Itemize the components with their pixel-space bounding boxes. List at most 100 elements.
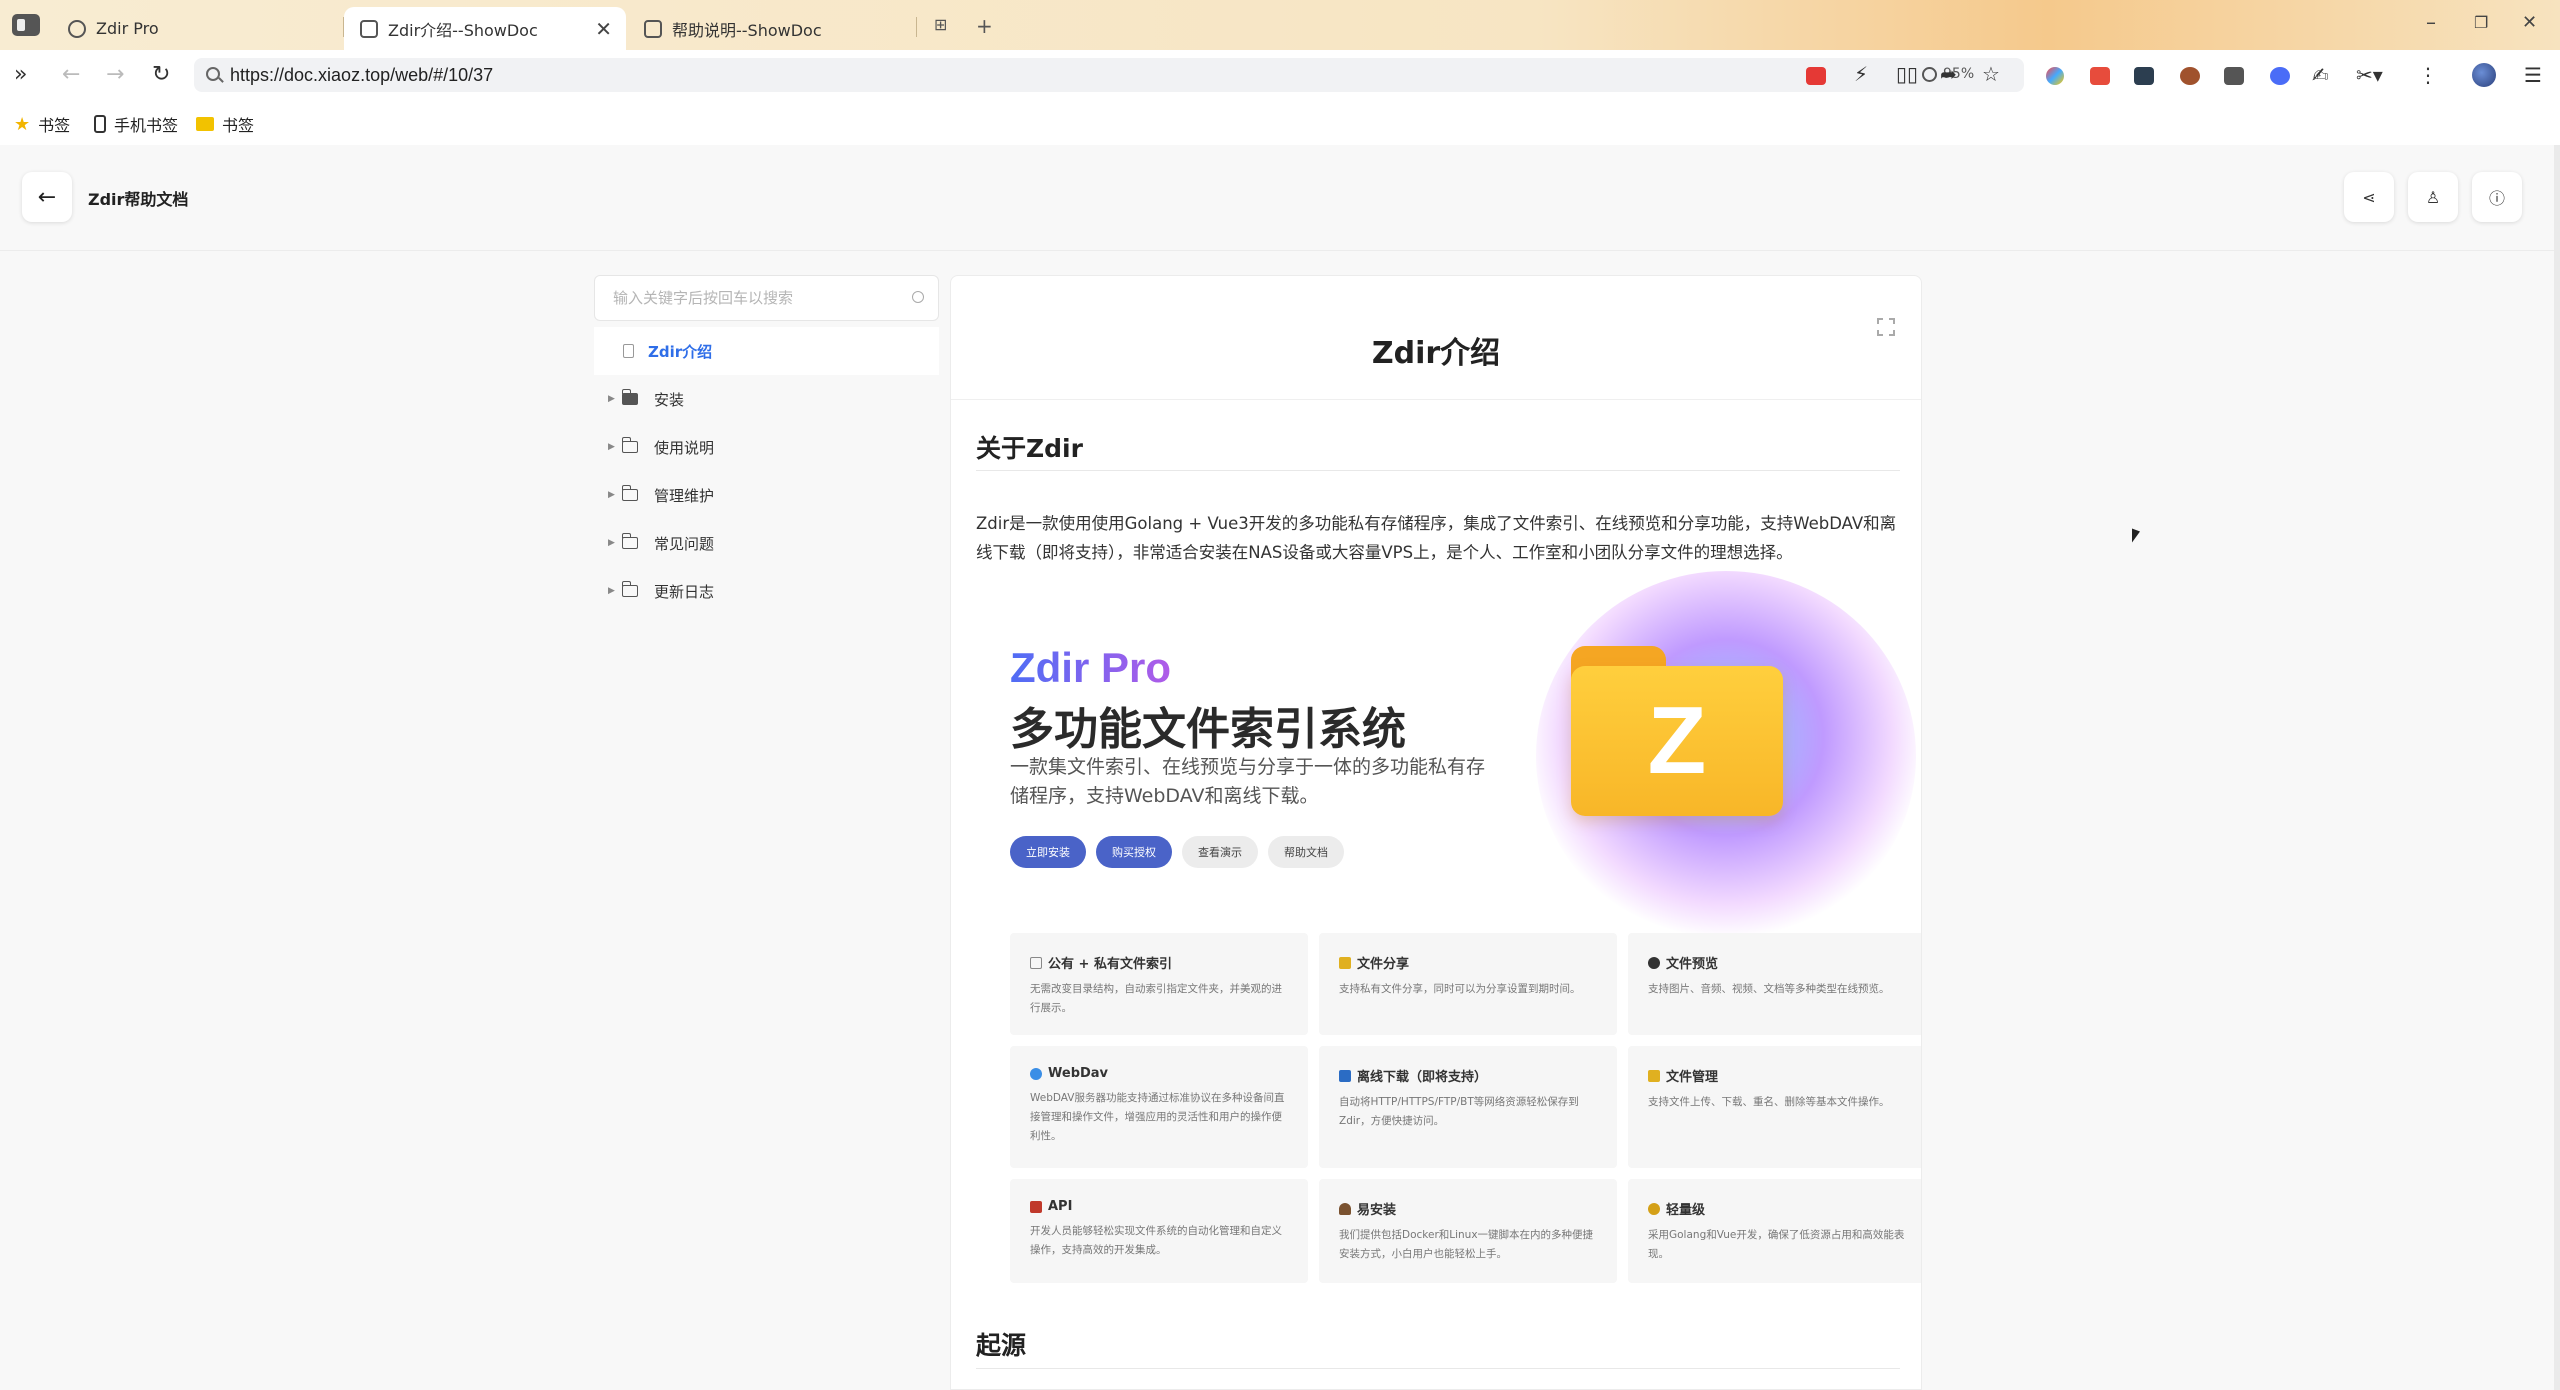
- favorite-star-icon[interactable]: ☆: [1982, 62, 2000, 86]
- feature-title: 易安装: [1357, 1203, 1397, 1218]
- bookmark-label: 书签: [38, 116, 71, 135]
- sidebar-toggle-icon[interactable]: [12, 14, 40, 36]
- info-button[interactable]: ⓘ: [2472, 172, 2522, 222]
- doc-title: Zdir介绍: [1371, 336, 1501, 371]
- lightning-icon[interactable]: ⚡: [1854, 62, 1868, 86]
- feature-card: 轻量级 采用Golang和Vue开发，确保了低资源占用和高效能表现。: [1628, 1179, 1921, 1283]
- extension-sign-icon[interactable]: ✍: [2312, 63, 2329, 87]
- page-viewport: ← Zdir帮助文档 ⋖ ♙ ⓘ Zdir介绍 ▶ 安装 ▶ 使用说明: [0, 145, 2560, 1390]
- close-window-icon[interactable]: ✕: [2522, 12, 2537, 33]
- feature-card: 易安装 我们提供包括Docker和Linux一键脚本在内的多种便捷安装方式，小白…: [1319, 1179, 1617, 1283]
- extension-translate-icon[interactable]: [2134, 67, 2154, 85]
- url-field[interactable]: https://doc.xiaoz.top/web/#/10/37 95% ⚡ …: [194, 58, 2024, 92]
- browser-tab-zdir-pro[interactable]: Zdir Pro: [52, 7, 342, 50]
- folder-icon: [621, 485, 638, 501]
- caret-right-icon[interactable]: ▶: [608, 538, 615, 548]
- tree-item-maintenance[interactable]: ▶ 管理维护: [594, 471, 939, 519]
- person-icon: [1339, 1202, 1351, 1215]
- back-arrow-icon[interactable]: ←: [62, 62, 80, 87]
- feature-card: WebDav WebDAV服务器功能支持通过标准协议在多种设备间直接管理和操作文…: [1010, 1046, 1308, 1168]
- new-tab-icon[interactable]: +: [976, 14, 993, 38]
- bookmark-item[interactable]: 书签: [196, 112, 254, 136]
- share-arrow-icon[interactable]: ➦: [1940, 62, 1957, 86]
- banner-subtitle: 一款集文件索引、在线预览与分享于一体的多功能私有存储程序，支持WebDAV和离线…: [1010, 756, 1486, 807]
- tree-item-install[interactable]: ▶ 安装: [594, 375, 939, 423]
- expand-sidebar-icon[interactable]: »: [14, 62, 27, 87]
- globe-icon: [68, 19, 86, 38]
- profile-avatar[interactable]: [2472, 63, 2496, 87]
- feature-title: 文件预览: [1666, 957, 1719, 972]
- screenshot-scissors-icon[interactable]: ✂▾: [2356, 63, 2383, 87]
- more-menu-icon[interactable]: ⋮: [2418, 63, 2438, 87]
- extension-avatar-icon[interactable]: [2180, 67, 2200, 85]
- feature-desc: 开发人员能够轻松实现文件系统的自动化管理和自定义操作，支持高效的开发集成。: [1030, 1225, 1282, 1256]
- feature-card: 文件分享 支持私有文件分享，同时可以为分享设置到期时间。: [1319, 933, 1617, 1035]
- browser-tab-zdir-intro[interactable]: Zdir介绍--ShowDoc ✕: [344, 7, 626, 50]
- forward-arrow-icon[interactable]: →: [106, 62, 124, 87]
- tab-title: Zdir Pro: [96, 19, 159, 38]
- browser-tab-bar: Zdir Pro Zdir介绍--ShowDoc ✕ 帮助说明--ShowDoc…: [0, 0, 2560, 50]
- caret-right-icon[interactable]: ▶: [608, 490, 615, 500]
- close-tab-icon[interactable]: ✕: [595, 17, 612, 41]
- tree-item-label: 安装: [654, 390, 685, 409]
- feature-title: 离线下载（即将支持）: [1357, 1070, 1488, 1085]
- section-heading: 关于Zdir: [976, 434, 1083, 463]
- catalog-search-input[interactable]: [595, 276, 895, 320]
- feature-desc: 我们提供包括Docker和Linux一键脚本在内的多种便捷安装方式，小白用户也能…: [1339, 1229, 1594, 1260]
- zdir-pro-banner-image: Zdir Pro 多功能文件索引系统 一款集文件索引、在线预览与分享于一体的多功…: [976, 571, 1921, 1301]
- minimize-icon[interactable]: –: [2426, 10, 2436, 34]
- search-icon[interactable]: [912, 291, 924, 303]
- bookmarks-bar: ★ 书签 手机书签 书签: [0, 100, 2560, 145]
- extension-gemini-icon[interactable]: [2046, 67, 2064, 85]
- user-button[interactable]: ♙: [2408, 172, 2458, 222]
- document-icon: [360, 19, 378, 38]
- folder-icon: [1648, 1069, 1660, 1082]
- feature-card: 离线下载（即将支持） 自动将HTTP/HTTPS/FTP/BT等网络资源轻松保存…: [1319, 1046, 1617, 1168]
- feature-desc: 无需改变目录结构，自动索引指定文件夹，并美观的进行展示。: [1030, 983, 1282, 1014]
- bookmark-item[interactable]: 手机书签: [94, 112, 178, 136]
- url-text: https://doc.xiaoz.top/web/#/10/37: [230, 65, 494, 85]
- extension-pdf-icon[interactable]: [2090, 67, 2110, 85]
- tree-item-faq[interactable]: ▶ 常见问题: [594, 519, 939, 567]
- folder-icon: [621, 533, 638, 549]
- back-button[interactable]: ←: [22, 172, 72, 222]
- banner-demo-button: 查看演示: [1182, 836, 1258, 868]
- hamburger-menu-icon[interactable]: ☰: [2524, 63, 2542, 87]
- banner-help-button: 帮助文档: [1268, 836, 1344, 868]
- bookmark-label: 手机书签: [114, 116, 179, 135]
- banner-brand: Zdir Pro: [1010, 644, 1172, 691]
- feature-title: WebDav: [1048, 1066, 1109, 1081]
- page-title: Zdir帮助文档: [88, 190, 189, 209]
- tree-item-usage[interactable]: ▶ 使用说明: [594, 423, 939, 471]
- user-icon: ♙: [2425, 187, 2441, 207]
- reload-icon[interactable]: ↻: [152, 62, 170, 87]
- tab-groups-icon[interactable]: ⊞: [934, 15, 947, 34]
- restore-icon[interactable]: ❐: [2474, 13, 2488, 32]
- feature-card: 文件预览 支持图片、音频、视频、文档等多种类型在线预览。: [1628, 933, 1921, 1035]
- caret-right-icon[interactable]: ▶: [608, 586, 615, 596]
- extension-qr-icon[interactable]: [2224, 67, 2244, 85]
- feature-desc: 采用Golang和Vue开发，确保了低资源占用和高效能表现。: [1648, 1229, 1905, 1260]
- divider: [951, 399, 1921, 400]
- bookmark-item[interactable]: ★ 书签: [14, 112, 70, 136]
- page-scrollbar[interactable]: [2554, 145, 2560, 1390]
- caret-right-icon[interactable]: ▶: [608, 442, 615, 452]
- tree-item-zdir-intro[interactable]: Zdir介绍: [594, 327, 939, 375]
- feature-title: API: [1048, 1199, 1073, 1214]
- document-icon: [1030, 956, 1042, 969]
- share-icon: ⋖: [2362, 187, 2376, 207]
- banner-headline: 多功能文件索引系统: [1010, 704, 1406, 755]
- feature-card: 公有 + 私有文件索引 无需改变目录结构，自动索引指定文件夹，并美观的进行展示。: [1010, 933, 1308, 1035]
- extension-bird-icon[interactable]: [2270, 67, 2290, 85]
- doc-sidebar: Zdir介绍 ▶ 安装 ▶ 使用说明 ▶ 管理维护 ▶ 常见问题: [594, 275, 939, 615]
- browser-tab-help[interactable]: 帮助说明--ShowDoc: [628, 7, 918, 50]
- tree-item-changelog[interactable]: ▶ 更新日志: [594, 567, 939, 615]
- reader-ext-icon[interactable]: [1806, 67, 1826, 85]
- info-icon: ⓘ: [2488, 189, 2505, 208]
- fullscreen-icon[interactable]: [1877, 318, 1895, 336]
- caret-right-icon[interactable]: ▶: [608, 394, 615, 404]
- document-icon: [644, 19, 662, 38]
- share-button[interactable]: ⋖: [2344, 172, 2394, 222]
- reading-mode-icon[interactable]: ▯▯: [1896, 62, 1918, 86]
- zoom-out-icon: [1922, 66, 1937, 82]
